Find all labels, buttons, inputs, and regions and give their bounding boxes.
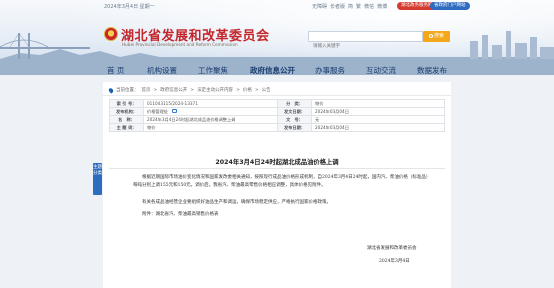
breadcrumb-separator: >	[236, 87, 240, 93]
table-row: 名 称： 2024年3月4日24时起湖北成品油价格调整上调 文 号： 无	[109, 115, 445, 124]
meta-key: 索 引 号：	[109, 99, 144, 108]
main-nav: 首 页 机构设置 工作聚焦 政府信息公开 办事服务 互动交流 数据发布	[0, 61, 554, 77]
site-subtitle: Hubei Provincial Development and Reform …	[122, 42, 238, 47]
breadcrumb-item-info[interactable]: 政府信息公开	[160, 87, 187, 93]
breadcrumb-item-notice[interactable]: 公告	[262, 87, 271, 93]
document-paragraph: 有关各成品油经营企业要组织好油品生产和调运，确保市场稳定供应，严格执行国家价格政…	[142, 200, 331, 205]
nav-org-structure[interactable]: 机构设置	[147, 65, 177, 76]
meta-key: 主 题 词：	[109, 123, 144, 132]
breadcrumb-separator: >	[254, 87, 259, 93]
breadcrumb-separator: >	[153, 87, 158, 93]
meta-key: 发文日期：	[277, 107, 312, 116]
nav-data-release[interactable]: 数据发布	[417, 65, 447, 76]
search-icon	[428, 33, 433, 38]
document-meta-table: 索 引 号： 011043115/2024-13371 分 类： 物价 发布机构…	[109, 99, 445, 132]
breadcrumb-item-statutory[interactable]: 法定主动公开内容	[197, 87, 233, 93]
signature-org: 湖北省发展和改革委员会	[367, 246, 417, 251]
table-row: 索 引 号： 011043115/2024-13371 分 类： 物价	[109, 99, 445, 108]
current-date: 2024年3月4日 星期一	[104, 4, 155, 10]
location-pin-icon	[107, 86, 115, 94]
breadcrumb-item-price[interactable]: 价格	[243, 87, 252, 93]
meta-key: 发布日期：	[277, 123, 312, 132]
meta-value-with-icon: 价格管理处	[143, 107, 278, 116]
breadcrumb: 当前位置： 首页 > 政府信息公开 > 法定主动公开内容 > 价格 > 公告	[107, 86, 271, 94]
meta-key: 分 类：	[277, 99, 312, 108]
meta-value: 价格管理处	[147, 108, 168, 114]
signature-date: 2024年3月4日	[379, 259, 410, 264]
search-box	[308, 31, 423, 51]
breadcrumb-prefix: 当前位置：	[116, 88, 139, 93]
nav-interaction[interactable]: 互动交流	[366, 65, 396, 76]
breadcrumb-item-home[interactable]: 首页	[142, 87, 151, 93]
meta-key: 文 号：	[277, 115, 312, 124]
top-link-accessibility[interactable]: 无障碍	[312, 3, 327, 10]
meta-value: 011043115/2024-13371	[143, 99, 278, 108]
document-title: 2024年3月4日24时起湖北成品油价格上调	[215, 159, 339, 166]
meta-value: 物价	[311, 99, 445, 108]
topic-category-tab[interactable]: 主题分类	[93, 163, 102, 195]
nav-services[interactable]: 办事服务	[315, 65, 345, 76]
document-paragraph: 根据近期国际市场油价变化情况和国家发改委相关通知，按照现行成品油价格形成机制，自…	[133, 175, 431, 188]
top-link-simplified[interactable]: 简	[348, 3, 353, 10]
nav-work-focus[interactable]: 工作聚焦	[198, 65, 228, 76]
search-button[interactable]: 搜索	[423, 31, 450, 42]
table-row: 发布机构： 价格管理处 发文日期： 2024年03月04日	[109, 107, 445, 116]
national-emblem-icon	[104, 27, 118, 41]
top-link-traditional[interactable]: 繁	[356, 3, 361, 10]
nav-gov-info-disclosure[interactable]: 政府信息公开	[250, 65, 295, 76]
attachment-link[interactable]: 附件：湖北省汽、柴油最高销售价格表	[133, 211, 433, 219]
read-aloud-icon[interactable]	[171, 109, 177, 113]
search-input[interactable]	[309, 42, 422, 51]
gov-portal-link[interactable]: 省政府门户网站	[430, 2, 470, 10]
search-button-label: 搜索	[433, 33, 444, 39]
meta-value: 2024年03月04日	[311, 123, 445, 132]
divider	[103, 95, 451, 96]
content-panel: 当前位置： 首页 > 政府信息公开 > 法定主动公开内容 > 价格 > 公告 索…	[103, 82, 451, 288]
meta-value: 2024年3月4日24时起湖北成品油价格调整上调	[143, 115, 278, 124]
meta-value: 2024年03月04日	[311, 107, 445, 116]
meta-value: 无	[311, 115, 445, 124]
meta-key: 名 称：	[109, 115, 144, 124]
meta-key: 发布机构：	[109, 107, 144, 116]
top-links: 无障碍 长者版 简 繁 微信 微博	[312, 3, 387, 10]
table-row: 主 题 词： 物价 发布日期： 2024年03月04日	[109, 123, 445, 132]
meta-value: 物价	[143, 123, 278, 132]
top-link-elderly[interactable]: 长者版	[330, 3, 345, 10]
divider	[109, 168, 445, 169]
top-link-wechat[interactable]: 微信	[364, 3, 374, 10]
top-link-weibo[interactable]: 微博	[377, 3, 387, 10]
nav-home[interactable]: 首 页	[107, 65, 124, 76]
breadcrumb-separator: >	[190, 87, 195, 93]
